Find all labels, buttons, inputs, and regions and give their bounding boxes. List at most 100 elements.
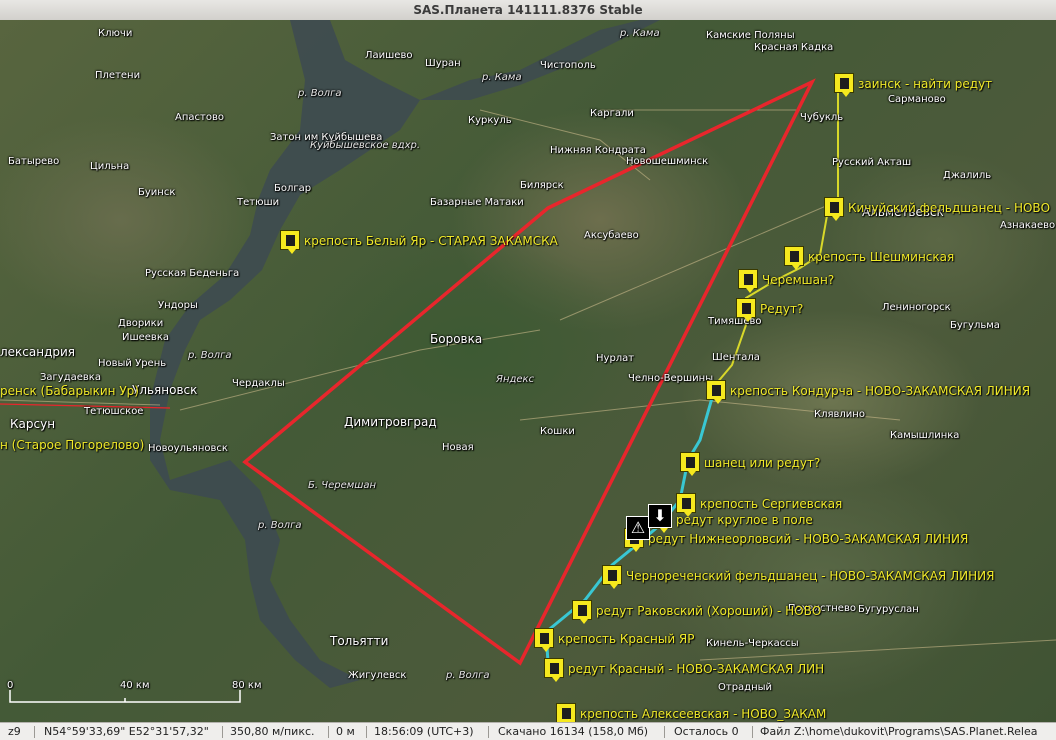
place-label: Куркуль <box>468 115 512 126</box>
place-label: Камышлинка <box>890 430 960 441</box>
marker-label[interactable]: крепость Белый Яр - СТАРАЯ ЗАКАМСКА <box>304 234 558 248</box>
marker-label[interactable]: крепость Алексеевская - НОВО_ЗАКАМ <box>580 707 826 721</box>
scale-zero: 0 <box>7 680 14 691</box>
river-label: р. Волга <box>298 88 342 99</box>
place-label: Новая <box>442 442 474 453</box>
place-label: Азнакаево <box>1000 220 1056 231</box>
place-label: Болгар <box>274 183 312 194</box>
city-label: лександрия <box>0 345 76 359</box>
marker-label[interactable]: заинск - найти редут <box>858 77 992 91</box>
place-label: Челно-Вершины <box>628 373 714 384</box>
fortress-marker-icon[interactable] <box>834 73 854 97</box>
fortress-marker-icon[interactable] <box>556 703 576 722</box>
marker-label[interactable]: редут Нижнеорловсий - НОВО-ЗАКАМСКАЯ ЛИН… <box>648 532 968 546</box>
place-label: Новоульяновск <box>148 443 228 454</box>
place-label: Чердаклы <box>232 378 285 389</box>
marker-label[interactable]: Кичуйский фельдшанец - НОВО <box>848 201 1050 215</box>
place-label: Плетени <box>95 70 141 81</box>
place-label: Камские Поляны <box>706 30 795 41</box>
file-path: Файл Z:\home\dukovit\Programs\SAS.Planet… <box>760 725 1038 738</box>
place-label: Кинель-Черкассы <box>706 638 799 649</box>
place-label: Бугульма <box>950 320 1000 331</box>
river-label: р. Кама <box>482 72 522 83</box>
river-label: Б. Черемшан <box>308 480 377 491</box>
marker-label[interactable]: Черемшан? <box>762 273 834 287</box>
marker-label[interactable]: н (Старое Погорелово) <box>0 438 144 452</box>
map-overlay <box>0 20 1056 688</box>
place-label: Лаишево <box>365 50 413 61</box>
marker-label[interactable]: крепость Красный ЯР <box>558 632 695 646</box>
river-label: р. Волга <box>258 520 302 531</box>
zoom-level: z9 <box>8 725 21 738</box>
scale-mid: 40 км <box>120 680 150 691</box>
place-label: Батырево <box>8 156 60 167</box>
place-label: Апастово <box>175 112 224 123</box>
clock: 18:56:09 (UTC+3) <box>374 725 474 738</box>
warning-icon[interactable]: ⚠ <box>626 516 650 540</box>
place-label: Джалиль <box>943 170 992 181</box>
status-bar: z9 N54°59'33,69" E52°31'57,32" 350,80 м/… <box>0 722 1056 740</box>
fortress-marker-icon[interactable] <box>824 197 844 221</box>
place-label: Русская Беденьга <box>145 268 240 279</box>
place-label: Ключи <box>98 28 133 39</box>
place-label: Буинск <box>138 187 176 198</box>
place-label: Лениногорск <box>882 302 951 313</box>
place-label: Базарные Матаки <box>430 197 524 208</box>
marker-label[interactable]: крепость Сергиевская <box>700 497 842 511</box>
place-label: Сарманово <box>888 94 946 105</box>
fortress-marker-icon[interactable] <box>784 246 804 270</box>
city-label: Тольятти <box>330 634 389 648</box>
river-label: р. Волга <box>188 350 232 361</box>
route-yellow <box>715 80 839 385</box>
coordinates: N54°59'33,69" E52°31'57,32" <box>44 725 209 738</box>
marker-label[interactable]: крепость Шешминская <box>808 250 954 264</box>
place-label: Шуран <box>425 58 461 69</box>
fortress-marker-icon[interactable] <box>738 269 758 293</box>
fortress-marker-icon[interactable] <box>534 628 554 652</box>
marker-label[interactable]: Чернореченский фельдшанец - НОВО-ЗАКАМСК… <box>626 569 994 583</box>
city-label: Димитровград <box>344 415 437 429</box>
place-label: Дворики <box>118 318 164 329</box>
fortress-marker-icon[interactable] <box>676 493 696 517</box>
city-label: Карсун <box>10 417 56 431</box>
marker-label[interactable]: крепость Кондурча - НОВО-ЗАКАМСКАЯ ЛИНИЯ <box>730 384 1030 398</box>
fortress-marker-icon[interactable] <box>680 452 700 476</box>
place-label: Нурлат <box>596 353 635 364</box>
marker-label[interactable]: редут Красный - НОВО-ЗАКАМСКАЯ ЛИН <box>568 662 824 676</box>
marker-label[interactable]: редут круглое в поле <box>676 513 813 527</box>
place-label: Кошки <box>540 426 575 437</box>
fortress-marker-icon[interactable] <box>602 565 622 589</box>
place-label: Новый Урень <box>98 358 167 369</box>
place-label: Билярск <box>520 180 564 191</box>
map-view[interactable]: Ключи Шуран Лаишево Чистополь Камские Поляны… <box>0 20 1056 722</box>
marker-label[interactable]: ренск (Бабарыкин Ур) <box>0 384 139 398</box>
place-label: Аксубаево <box>584 230 639 241</box>
marker-label[interactable]: редут Раковский (Хороший) - НОВО <box>596 604 821 618</box>
downloaded-count: Скачано 16134 (158,0 Мб) <box>498 725 649 738</box>
altitude: 0 м <box>336 725 355 738</box>
place-label: Чубукль <box>800 112 844 123</box>
download-arrow-icon[interactable]: ⬇ <box>648 504 672 528</box>
place-label: Ишеевка <box>122 332 169 343</box>
marker-label[interactable]: шанец или редут? <box>704 456 820 470</box>
fortress-marker-icon[interactable] <box>736 298 756 322</box>
fortress-marker-icon[interactable] <box>280 230 300 254</box>
place-label: Цильна <box>90 161 130 172</box>
place-label: Каргали <box>590 108 634 119</box>
place-label: Клявлино <box>814 409 865 420</box>
river-label: р. Волга <box>446 670 490 681</box>
place-label: Жигулевск <box>348 670 407 681</box>
place-label: Красная Кадка <box>754 42 834 53</box>
place-label: Ундоры <box>158 300 198 311</box>
place-label: Тетюши <box>237 197 280 208</box>
resolution: 350,80 м/пикс. <box>230 725 315 738</box>
place-label: Загудаевка <box>40 372 101 383</box>
city-label: Ульяновск <box>132 383 198 397</box>
marker-label[interactable]: Редут? <box>760 302 803 316</box>
fortress-marker-icon[interactable] <box>544 658 564 682</box>
place-label: Отрадный <box>718 682 773 693</box>
fortress-marker-icon[interactable] <box>706 380 726 404</box>
window-title: SAS.Планета 141111.8376 Stable <box>0 0 1056 21</box>
place-label: Шентала <box>712 352 760 363</box>
fortress-marker-icon[interactable] <box>572 600 592 624</box>
